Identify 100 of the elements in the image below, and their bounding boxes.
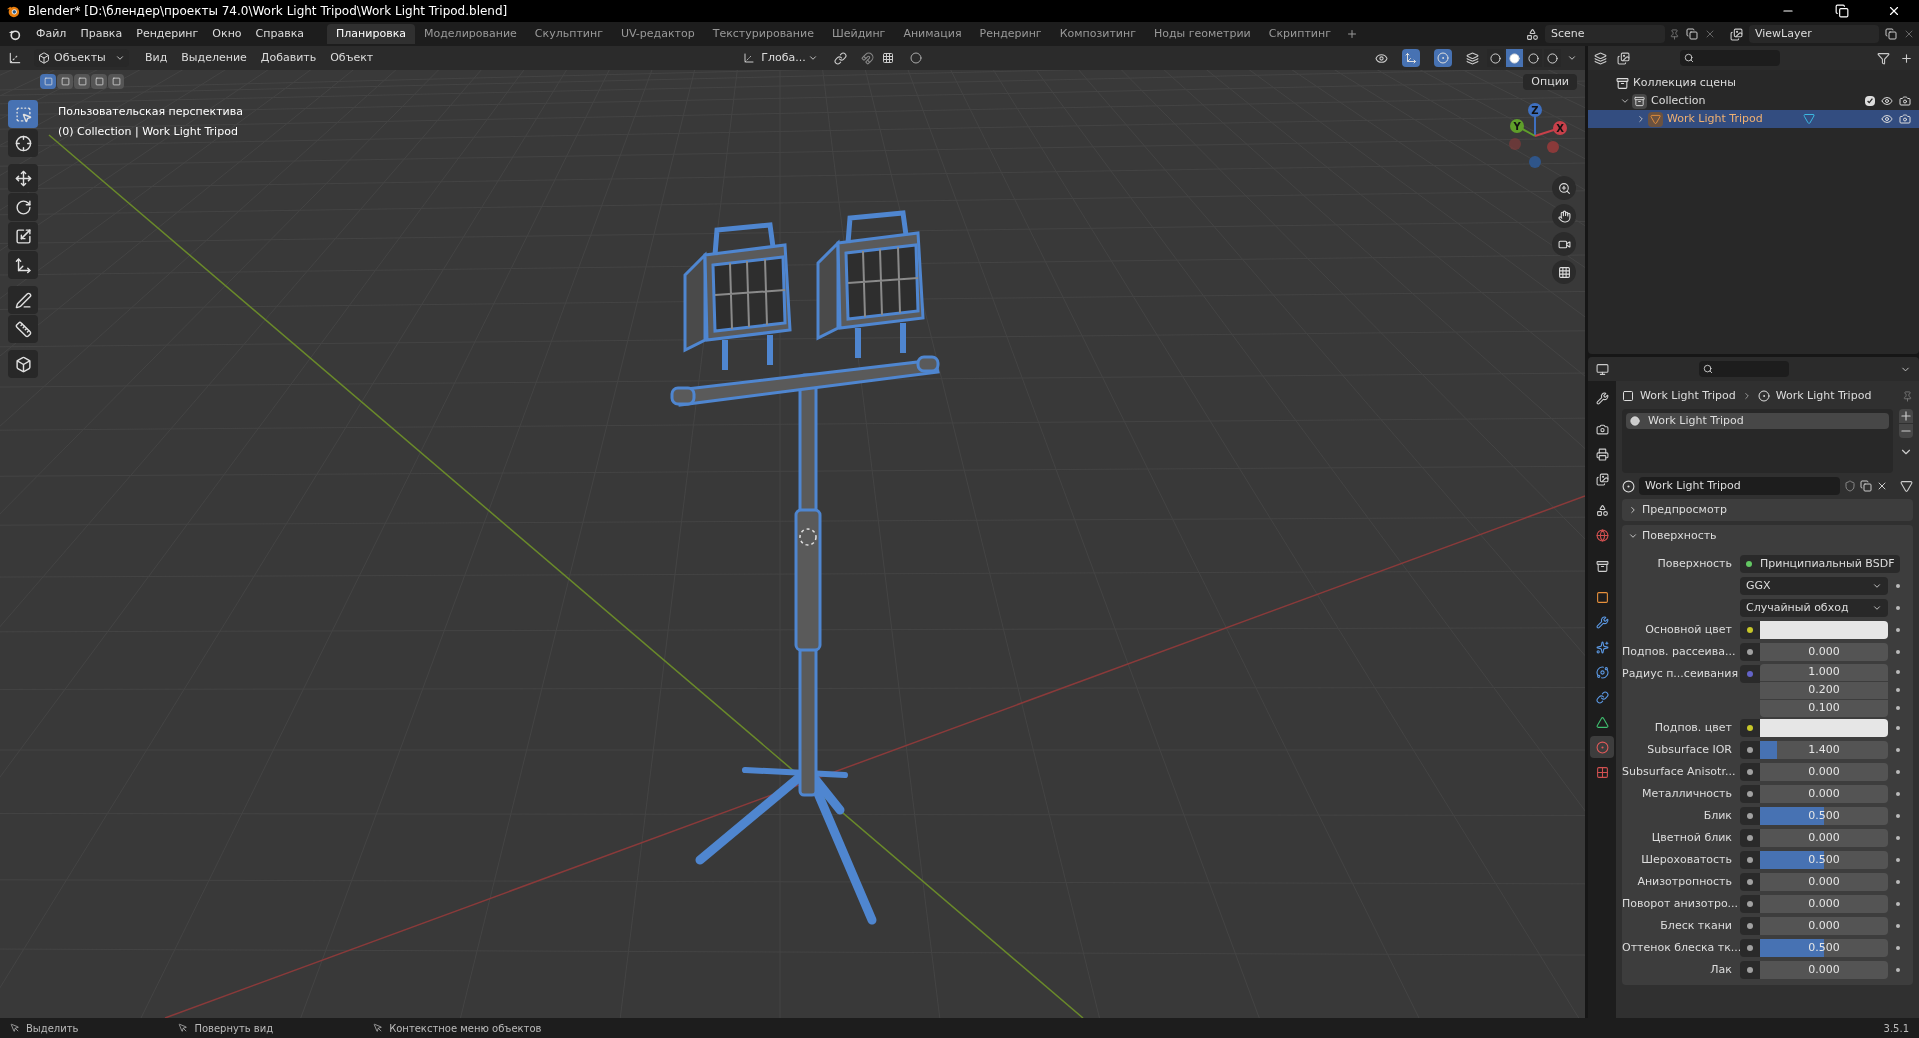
camera-view-button[interactable] bbox=[1552, 232, 1576, 256]
unlink-icon[interactable] bbox=[1876, 480, 1888, 492]
mode-dropdown[interactable]: Объекты bbox=[34, 49, 129, 67]
camera-icon[interactable] bbox=[1899, 95, 1911, 107]
tool-button[interactable] bbox=[8, 350, 38, 378]
magnet-icon[interactable] bbox=[860, 51, 874, 65]
number-field[interactable]: 0.000 bbox=[1760, 961, 1888, 979]
search-field[interactable] bbox=[1680, 50, 1780, 66]
scene-field[interactable]: Scene bbox=[1545, 25, 1665, 43]
navigation-gizmo[interactable]: Z Y X bbox=[1505, 100, 1575, 172]
outliner-row[interactable]: Work Light Tripod bbox=[1588, 110, 1919, 128]
panel-header[interactable]: Предпросмотр bbox=[1622, 499, 1913, 521]
workspace-tab[interactable]: Текстурирование bbox=[703, 24, 823, 44]
value-slider[interactable]: 1.400 bbox=[1760, 741, 1888, 759]
workspace-tab[interactable]: Ноды геометрии bbox=[1144, 24, 1260, 44]
outliner-row[interactable]: Collection bbox=[1588, 92, 1919, 110]
orientation-dropdown[interactable]: Глоба... bbox=[757, 49, 822, 67]
zoom-button[interactable] bbox=[1552, 176, 1576, 200]
number-field[interactable]: 0.200 bbox=[1760, 681, 1888, 699]
filter-icon[interactable] bbox=[1877, 51, 1890, 65]
menu-item[interactable]: Окно bbox=[205, 25, 249, 43]
color-swatch[interactable] bbox=[1760, 719, 1888, 737]
number-field[interactable]: 0.000 bbox=[1760, 917, 1888, 935]
shader-field[interactable]: Принципиальный BSDF bbox=[1740, 555, 1900, 573]
editor-type-icon[interactable] bbox=[1594, 51, 1607, 65]
menu-item[interactable]: Правка bbox=[73, 25, 130, 43]
gizmo-toggle[interactable] bbox=[1402, 49, 1420, 67]
shield-icon[interactable] bbox=[1844, 480, 1856, 492]
search-field[interactable] bbox=[1699, 361, 1789, 377]
number-field[interactable]: 0.000 bbox=[1760, 895, 1888, 913]
workspace-tab[interactable]: Шейдинг bbox=[822, 24, 895, 44]
copy-icon[interactable] bbox=[1885, 28, 1897, 40]
tool-button[interactable] bbox=[8, 164, 38, 192]
number-field[interactable]: 0.000 bbox=[1760, 829, 1888, 847]
pin-icon[interactable] bbox=[1669, 28, 1680, 40]
remove-slot-icon[interactable] bbox=[1899, 424, 1913, 438]
number-field[interactable]: 1.000 bbox=[1760, 663, 1888, 681]
add-slot-icon[interactable] bbox=[1899, 409, 1913, 423]
number-field[interactable]: 0.100 bbox=[1760, 699, 1888, 717]
workspace-tab[interactable]: UV-редактор bbox=[611, 24, 704, 44]
menu-item[interactable]: Вид bbox=[139, 49, 174, 67]
tool-button[interactable] bbox=[8, 222, 38, 250]
panel-header[interactable]: Поверхность bbox=[1622, 525, 1913, 547]
eye-icon[interactable] bbox=[1375, 51, 1388, 65]
editor-type-icon[interactable] bbox=[1596, 362, 1609, 376]
grid-view-button[interactable] bbox=[1552, 260, 1576, 284]
number-field[interactable]: 0.000 bbox=[1760, 873, 1888, 891]
overlay-toggle[interactable] bbox=[1434, 49, 1452, 67]
select-mode-button[interactable] bbox=[40, 74, 56, 89]
value-slider[interactable]: 0.500 bbox=[1760, 851, 1888, 869]
view-layer-field[interactable]: ViewLayer bbox=[1749, 25, 1879, 43]
menu-item[interactable]: Объект bbox=[324, 49, 380, 67]
link-icon[interactable] bbox=[833, 51, 847, 65]
menu-item[interactable]: Добавить bbox=[254, 49, 323, 67]
dropdown[interactable]: GGX bbox=[1740, 577, 1888, 595]
tool-button[interactable] bbox=[8, 193, 38, 221]
axis-icon[interactable] bbox=[8, 51, 22, 65]
circle-icon[interactable] bbox=[909, 52, 922, 64]
material-name-field[interactable]: Work Light Tripod bbox=[1639, 477, 1840, 495]
value-slider[interactable]: 0.500 bbox=[1760, 807, 1888, 825]
camera-icon[interactable] bbox=[1899, 113, 1911, 125]
menu-item[interactable]: Справка bbox=[248, 25, 312, 43]
eye-icon[interactable] bbox=[1881, 113, 1893, 125]
menu-item[interactable]: Рендеринг bbox=[129, 25, 206, 43]
xray-icon[interactable] bbox=[1466, 51, 1479, 65]
blender-logo-icon[interactable] bbox=[8, 27, 21, 41]
workspace-tab[interactable]: Рендеринг bbox=[970, 24, 1051, 44]
material-icon[interactable] bbox=[1622, 479, 1635, 493]
select-mode-button[interactable] bbox=[74, 74, 90, 89]
number-field[interactable]: 0.000 bbox=[1760, 785, 1888, 803]
select-mode-button[interactable] bbox=[57, 74, 73, 89]
checkbox[interactable] bbox=[1865, 96, 1875, 106]
workspace-tab[interactable]: Композитинг bbox=[1050, 24, 1145, 44]
new-collection-icon[interactable] bbox=[1900, 51, 1913, 65]
menu-item[interactable]: Выделение bbox=[175, 49, 253, 67]
workspace-tab[interactable]: Моделирование bbox=[415, 24, 526, 44]
shading-button[interactable] bbox=[1506, 49, 1523, 67]
color-swatch[interactable] bbox=[1760, 621, 1888, 639]
chevron-icon[interactable] bbox=[1567, 53, 1577, 63]
copy-icon[interactable] bbox=[1686, 28, 1698, 40]
workspace-tab[interactable]: Скриптинг bbox=[1259, 24, 1340, 44]
value-slider[interactable]: 0.500 bbox=[1760, 939, 1888, 957]
tool-button[interactable] bbox=[8, 129, 38, 157]
close-icon[interactable] bbox=[1887, 4, 1901, 18]
images-icon[interactable] bbox=[1730, 27, 1743, 41]
copy-icon[interactable] bbox=[1860, 480, 1872, 492]
workspace-tab[interactable]: Скульптинг bbox=[525, 24, 612, 44]
pan-button[interactable] bbox=[1552, 204, 1576, 228]
workspace-tab[interactable]: Планировка bbox=[327, 24, 415, 44]
display-mode-icon[interactable] bbox=[1617, 51, 1630, 65]
restore-icon[interactable] bbox=[1835, 4, 1849, 18]
select-mode-button[interactable] bbox=[108, 74, 124, 89]
shapes-icon[interactable] bbox=[1526, 27, 1539, 41]
dropdown[interactable]: Случайный обход bbox=[1740, 599, 1888, 617]
select-mode-button[interactable] bbox=[91, 74, 107, 89]
triangle-icon[interactable] bbox=[1900, 479, 1913, 493]
workspace-tab[interactable]: Анимация bbox=[894, 24, 971, 44]
grid-icon[interactable] bbox=[881, 52, 894, 64]
material-slot[interactable]: Work Light Tripod bbox=[1626, 413, 1889, 429]
tool-button[interactable] bbox=[8, 251, 38, 279]
